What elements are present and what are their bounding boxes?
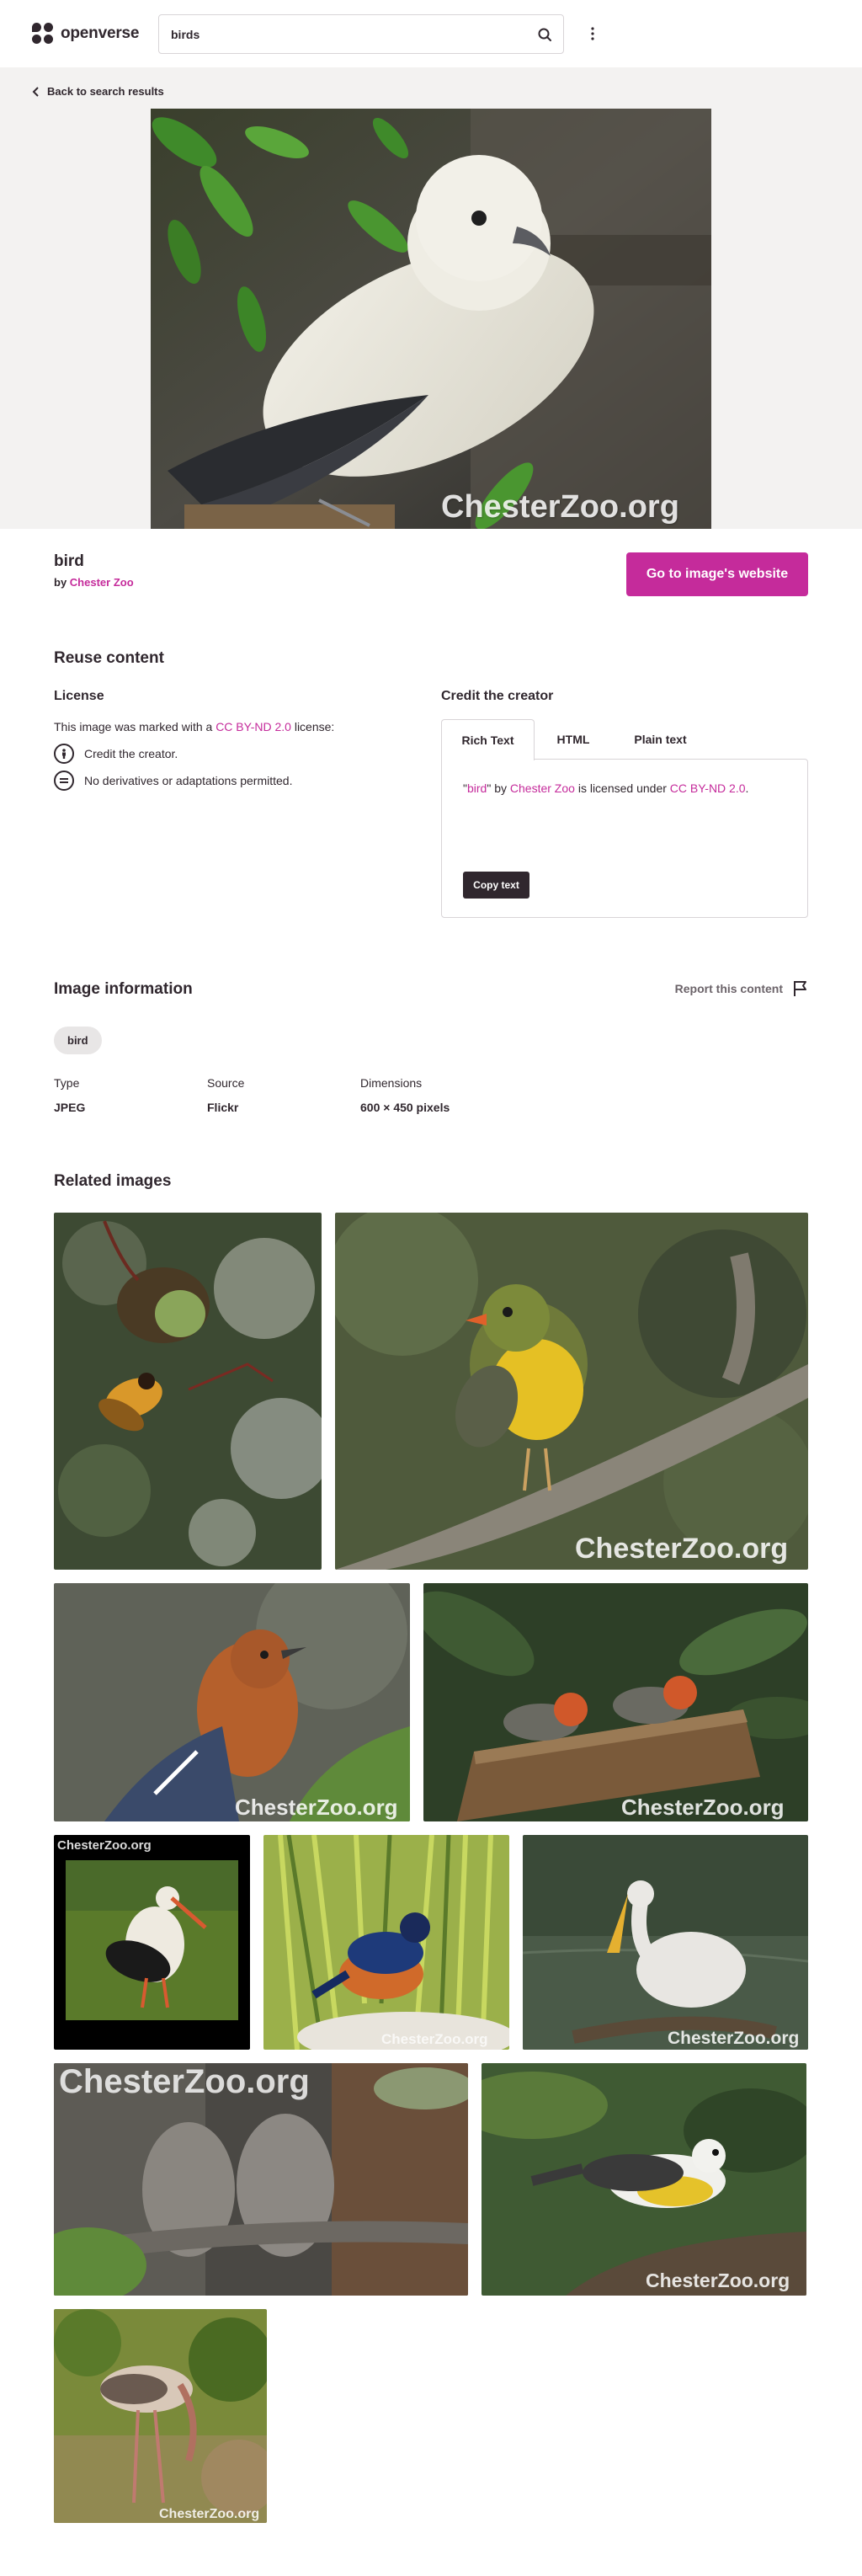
go-to-website-button[interactable]: Go to image's website <box>626 552 808 596</box>
image-title-row: bird by Chester Zoo Go to image's websit… <box>54 552 808 603</box>
tab-rich-text[interactable]: Rich Text <box>441 719 535 760</box>
meta-value-type: JPEG <box>54 1101 86 1114</box>
related-image-yellow-bird[interactable]: ChesterZoo.org <box>482 2063 806 2296</box>
laughingthrushes-photo: ChesterZoo.org <box>423 1583 808 1821</box>
related-watermark: ChesterZoo.org <box>57 1838 152 1853</box>
related-image-leiothrix[interactable]: ChesterZoo.org <box>335 1213 808 1570</box>
related-image-pelican[interactable]: ChesterZoo.org <box>523 1835 808 2050</box>
license-prefix: This image was marked with a <box>54 720 216 733</box>
license-description: This image was marked with a CC BY-ND 2.… <box>54 720 334 733</box>
pied-imperial-pigeon-photo: ChesterZoo.org <box>151 109 711 529</box>
license-link[interactable]: CC BY-ND 2.0 <box>216 720 291 733</box>
tag-chip[interactable]: bird <box>54 1027 102 1054</box>
credit-title-link[interactable]: bird <box>467 781 487 795</box>
reuse-heading: Reuse content <box>54 649 164 667</box>
header: openverse <box>0 0 862 67</box>
related-watermark: ChesterZoo.org <box>621 1795 785 1820</box>
orange-headed-thrush-photo: ChesterZoo.org <box>54 1583 410 1821</box>
by-prefix: by <box>54 576 70 589</box>
superb-starling-photo: ChesterZoo.org <box>263 1835 509 2050</box>
image-hero: Back to search results ChesterZoo.org <box>0 67 862 529</box>
cc-nd-icon <box>54 771 74 791</box>
related-image-ibis[interactable]: ChesterZoo.org <box>54 2309 267 2523</box>
red-billed-leiothrix-photo: ChesterZoo.org <box>335 1213 808 1570</box>
credit-tabs: Rich Text HTML Plain text <box>441 719 808 760</box>
related-watermark: ChesterZoo.org <box>646 2269 790 2291</box>
credit-end: . <box>745 781 749 795</box>
main-image[interactable]: ChesterZoo.org <box>151 109 711 529</box>
copy-text-button[interactable]: Copy text <box>463 872 529 899</box>
weaver-bird-photo <box>54 1213 322 1570</box>
related-heading: Related images <box>54 1172 172 1190</box>
meta-label-source: Source <box>207 1076 245 1090</box>
credit-creator-link[interactable]: Chester Zoo <box>510 781 575 795</box>
related-image-weaver-nest[interactable] <box>54 1213 322 1570</box>
quote-close: " by <box>487 781 510 795</box>
image-info-heading: Image information <box>54 980 193 998</box>
cc-by-icon <box>54 744 74 764</box>
meta-label-type: Type <box>54 1076 80 1090</box>
license-item-by: Credit the creator. <box>54 744 178 764</box>
license-item-nd: No derivatives or adaptations permitted. <box>54 771 292 791</box>
credit-mid: is licensed under <box>574 781 670 795</box>
openverse-logo-icon <box>32 23 54 45</box>
pelican-photo: ChesterZoo.org <box>523 1835 808 2050</box>
logo-text: openverse <box>61 24 140 42</box>
openverse-logo[interactable]: openverse <box>32 21 139 46</box>
more-vertical-icon <box>591 27 594 40</box>
menu-button[interactable] <box>581 22 604 45</box>
meta-label-dimensions: Dimensions <box>360 1076 423 1090</box>
back-link-label: Back to search results <box>47 85 164 98</box>
related-image-thrush[interactable]: ChesterZoo.org <box>54 1583 410 1821</box>
credit-license-link[interactable]: CC BY-ND 2.0 <box>670 781 746 795</box>
related-image-frogmouth[interactable]: ChesterZoo.org <box>54 2063 468 2296</box>
tab-plain-text[interactable]: Plain text <box>612 719 709 760</box>
creator-link[interactable]: Chester Zoo <box>70 576 134 589</box>
tab-html[interactable]: HTML <box>535 719 612 760</box>
report-label: Report this content <box>674 982 783 995</box>
white-stork-photo: ChesterZoo.org <box>54 1835 250 2050</box>
back-to-results-link[interactable]: Back to search results <box>32 85 164 98</box>
license-item-text: Credit the creator. <box>84 747 178 760</box>
search-button[interactable] <box>535 24 555 45</box>
credit-text: "bird" by Chester Zoo is licensed under … <box>463 781 748 795</box>
related-watermark: ChesterZoo.org <box>159 2507 259 2521</box>
credit-heading: Credit the creator <box>441 689 554 703</box>
related-image-starling[interactable]: ChesterZoo.org <box>263 1835 509 2050</box>
related-watermark: ChesterZoo.org <box>235 1795 398 1820</box>
search-bar <box>158 14 564 54</box>
related-watermark: ChesterZoo.org <box>575 1533 788 1565</box>
chevron-left-icon <box>32 86 39 97</box>
license-suffix: license: <box>290 720 335 733</box>
related-image-laughingthrush[interactable]: ChesterZoo.org <box>423 1583 808 1821</box>
related-watermark: ChesterZoo.org <box>668 2029 799 2048</box>
yellow-breasted-bird-photo: ChesterZoo.org <box>482 2063 806 2296</box>
ibis-photo: ChesterZoo.org <box>54 2309 267 2523</box>
meta-value-source[interactable]: Flickr <box>207 1101 238 1114</box>
flag-icon <box>794 981 806 996</box>
license-heading: License <box>54 689 104 703</box>
search-input[interactable] <box>171 26 508 43</box>
related-watermark: ChesterZoo.org <box>381 2031 488 2047</box>
related-watermark: ChesterZoo.org <box>59 2063 310 2100</box>
image-watermark: ChesterZoo.org <box>441 489 679 525</box>
related-image-stork[interactable]: ChesterZoo.org <box>54 1835 250 2050</box>
report-content-button[interactable]: Report this content <box>675 980 808 997</box>
search-icon <box>538 28 551 41</box>
credit-panel: "bird" by Chester Zoo is licensed under … <box>441 759 808 918</box>
meta-value-dimensions: 600 × 450 pixels <box>360 1101 450 1114</box>
tawny-frogmouth-photo: ChesterZoo.org <box>54 2063 468 2296</box>
license-item-text: No derivatives or adaptations permitted. <box>84 774 293 787</box>
